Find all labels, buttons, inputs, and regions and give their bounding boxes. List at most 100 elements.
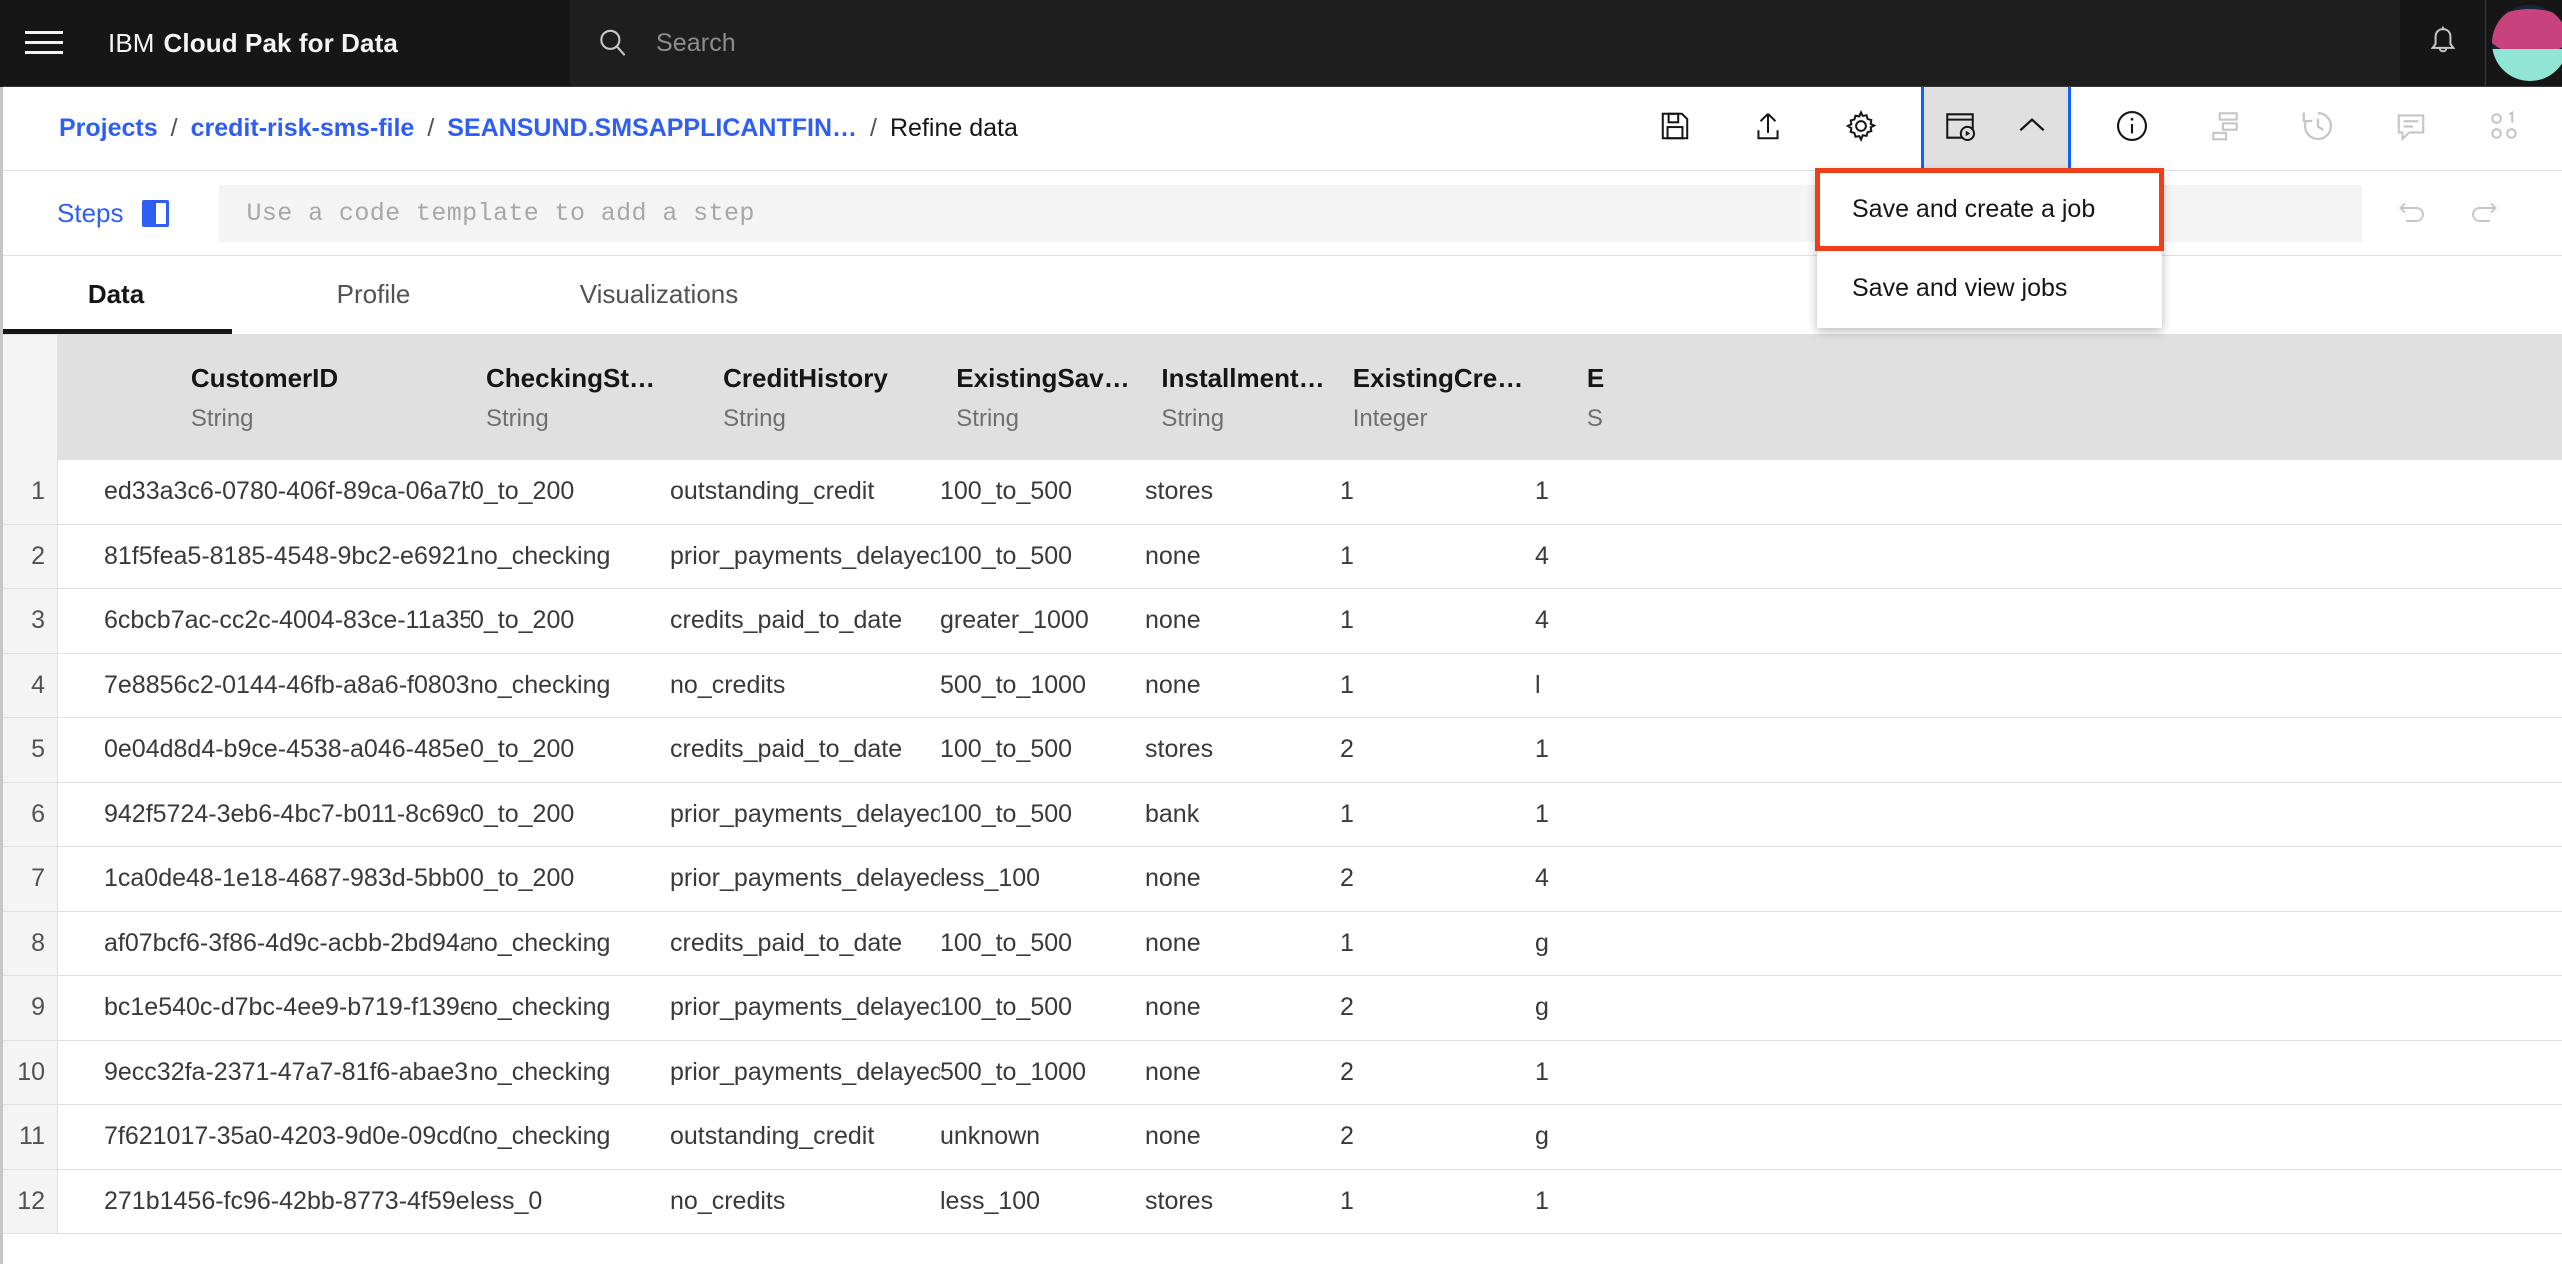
tab-profile[interactable]: Profile xyxy=(232,255,515,334)
redo-button[interactable] xyxy=(2448,178,2518,248)
column-header-truncated[interactable]: E S xyxy=(1535,335,1655,460)
table-cell[interactable]: ed33a3c6-0780-406f-89ca-06a7bbcec312 xyxy=(58,460,470,524)
tab-data[interactable]: Data xyxy=(0,255,232,334)
table-row[interactable]: 12271b1456-fc96-42bb-8773-4f59eeb27215le… xyxy=(0,1169,2562,1234)
table-cell[interactable]: 1 xyxy=(1535,1170,1655,1234)
column-header-customerid[interactable]: CustomerID String xyxy=(58,335,470,460)
table-cell[interactable]: 100_to_500 xyxy=(940,718,1145,782)
table-row[interactable]: 8af07bcf6-3f86-4d9c-acbb-2bd94a9f363ano_… xyxy=(0,911,2562,976)
table-cell[interactable]: 0_to_200 xyxy=(470,783,670,847)
table-cell[interactable]: 2 xyxy=(1340,847,1535,911)
table-cell[interactable]: 4 xyxy=(1535,525,1655,589)
table-cell[interactable]: stores xyxy=(1145,1170,1340,1234)
table-cell[interactable]: stores xyxy=(1145,718,1340,782)
table-cell[interactable]: unknown xyxy=(940,1105,1145,1169)
table-cell[interactable]: none xyxy=(1145,1105,1340,1169)
hamburger-menu-button[interactable] xyxy=(0,0,87,86)
table-cell[interactable]: 6cbcb7ac-cc2c-4004-83ce-11a358a7ce24 xyxy=(58,589,470,653)
info-button[interactable] xyxy=(2099,87,2164,170)
table-cell[interactable]: credits_paid_to_date xyxy=(670,912,940,976)
table-cell[interactable]: 500_to_1000 xyxy=(940,1041,1145,1105)
breadcrumb-item-asset[interactable]: SEANSUND.SMSAPPLICANTFIN… xyxy=(447,114,857,143)
menu-item-save-and-view-jobs[interactable]: Save and view jobs xyxy=(1817,249,2162,328)
table-cell[interactable]: 0e04d8d4-b9ce-4538-a046-485ec7999976 xyxy=(58,718,470,782)
column-header-existingcredits[interactable]: ExistingCre… Integer xyxy=(1340,335,1535,460)
table-cell[interactable]: prior_payments_delayed xyxy=(670,525,940,589)
column-header-credithistory[interactable]: CreditHistory String xyxy=(670,335,940,460)
table-row[interactable]: 9bc1e540c-d7bc-4ee9-b719-f139ed08fe8ano_… xyxy=(0,976,2562,1041)
table-cell[interactable]: 100_to_500 xyxy=(940,976,1145,1040)
run-job-button[interactable] xyxy=(1924,87,1996,170)
table-cell[interactable]: 1 xyxy=(1340,783,1535,847)
table-cell[interactable]: credits_paid_to_date xyxy=(670,589,940,653)
save-button[interactable] xyxy=(1642,87,1707,170)
table-cell[interactable]: 100_to_500 xyxy=(940,460,1145,524)
table-row[interactable]: 109ecc32fa-2371-47a7-81f6-abae31da8c55no… xyxy=(0,1040,2562,1105)
steps-toggle-button[interactable]: Steps xyxy=(0,198,169,229)
table-cell[interactable]: 2 xyxy=(1340,718,1535,782)
table-cell[interactable]: 81f5fea5-8185-4548-9bc2-e6921f4a1b5c xyxy=(58,525,470,589)
table-cell[interactable]: 0_to_200 xyxy=(470,847,670,911)
table-cell[interactable]: 7f621017-35a0-4203-9d0e-09cd0fd13354 xyxy=(58,1105,470,1169)
table-cell[interactable]: 4 xyxy=(1535,589,1655,653)
user-profile-button[interactable] xyxy=(2486,0,2562,86)
table-cell[interactable]: no_checking xyxy=(470,912,670,976)
table-cell[interactable]: 942f5724-3eb6-4bc7-b011-8c69cafe1c0b xyxy=(58,783,470,847)
settings-button[interactable] xyxy=(1828,87,1893,170)
table-cell[interactable]: g xyxy=(1535,1105,1655,1169)
table-cell[interactable]: less_0 xyxy=(470,1170,670,1234)
flow-button[interactable] xyxy=(2192,87,2257,170)
table-cell[interactable]: 500_to_1000 xyxy=(940,654,1145,718)
table-cell[interactable]: less_100 xyxy=(940,1170,1145,1234)
table-cell[interactable]: less_100 xyxy=(940,847,1145,911)
table-row[interactable]: 1ed33a3c6-0780-406f-89ca-06a7bbcec3120_t… xyxy=(0,460,2562,525)
app-brand[interactable]: IBM Cloud Pak for Data xyxy=(87,0,398,86)
table-row[interactable]: 50e04d8d4-b9ce-4538-a046-485ec79999760_t… xyxy=(0,718,2562,783)
table-cell[interactable]: no_checking xyxy=(470,1105,670,1169)
table-cell[interactable]: l xyxy=(1535,654,1655,718)
table-cell[interactable]: g xyxy=(1535,976,1655,1040)
table-cell[interactable]: 0_to_200 xyxy=(470,718,670,782)
table-cell[interactable]: 1 xyxy=(1535,783,1655,847)
data-table[interactable]: CustomerID String CheckingSt… String Cre… xyxy=(0,335,2562,1264)
global-search[interactable]: Search xyxy=(570,0,2400,86)
table-cell[interactable]: no_checking xyxy=(470,525,670,589)
table-cell[interactable]: none xyxy=(1145,976,1340,1040)
table-cell[interactable]: no_checking xyxy=(470,1041,670,1105)
table-row[interactable]: 47e8856c2-0144-46fb-a8a6-f0803890cc9ano_… xyxy=(0,653,2562,718)
table-cell[interactable]: 1 xyxy=(1340,589,1535,653)
history-button[interactable] xyxy=(2285,87,2350,170)
table-cell[interactable]: 9ecc32fa-2371-47a7-81f6-abae31da8c55 xyxy=(58,1041,470,1105)
table-cell[interactable]: 1 xyxy=(1340,654,1535,718)
table-cell[interactable]: prior_payments_delayed xyxy=(670,847,940,911)
job-menu-toggle-button[interactable] xyxy=(1996,87,2068,170)
breadcrumb-item-project[interactable]: credit-risk-sms-file xyxy=(191,114,415,143)
table-cell[interactable]: 1 xyxy=(1535,718,1655,782)
table-cell[interactable]: 1ca0de48-1e18-4687-983d-5bb0881ef151 xyxy=(58,847,470,911)
table-cell[interactable]: 100_to_500 xyxy=(940,525,1145,589)
table-cell[interactable]: none xyxy=(1145,525,1340,589)
table-cell[interactable]: 7e8856c2-0144-46fb-a8a6-f0803890cc9a xyxy=(58,654,470,718)
table-cell[interactable]: 271b1456-fc96-42bb-8773-4f59eeb27215 xyxy=(58,1170,470,1234)
table-cell[interactable]: af07bcf6-3f86-4d9c-acbb-2bd94a9f363a xyxy=(58,912,470,976)
column-header-existingsavings[interactable]: ExistingSav… String xyxy=(940,335,1145,460)
table-cell[interactable]: greater_1000 xyxy=(940,589,1145,653)
table-cell[interactable]: 4 xyxy=(1535,847,1655,911)
table-cell[interactable]: no_credits xyxy=(670,654,940,718)
table-cell[interactable]: outstanding_credit xyxy=(670,1105,940,1169)
table-cell[interactable]: stores xyxy=(1145,460,1340,524)
table-cell[interactable]: bank xyxy=(1145,783,1340,847)
table-cell[interactable]: 100_to_500 xyxy=(940,912,1145,976)
notification-button[interactable] xyxy=(2400,0,2486,86)
comments-button[interactable] xyxy=(2378,87,2443,170)
table-cell[interactable]: 100_to_500 xyxy=(940,783,1145,847)
table-cell[interactable]: no_checking xyxy=(470,976,670,1040)
table-cell[interactable]: prior_payments_delayed xyxy=(670,783,940,847)
undo-button[interactable] xyxy=(2378,178,2448,248)
menu-item-save-and-create-job[interactable]: Save and create a job xyxy=(1815,168,2164,251)
table-cell[interactable]: 1 xyxy=(1340,1170,1535,1234)
table-cell[interactable]: no_credits xyxy=(670,1170,940,1234)
export-button[interactable] xyxy=(1735,87,1800,170)
table-row[interactable]: 6942f5724-3eb6-4bc7-b011-8c69cafe1c0b0_t… xyxy=(0,782,2562,847)
table-cell[interactable]: credits_paid_to_date xyxy=(670,718,940,782)
